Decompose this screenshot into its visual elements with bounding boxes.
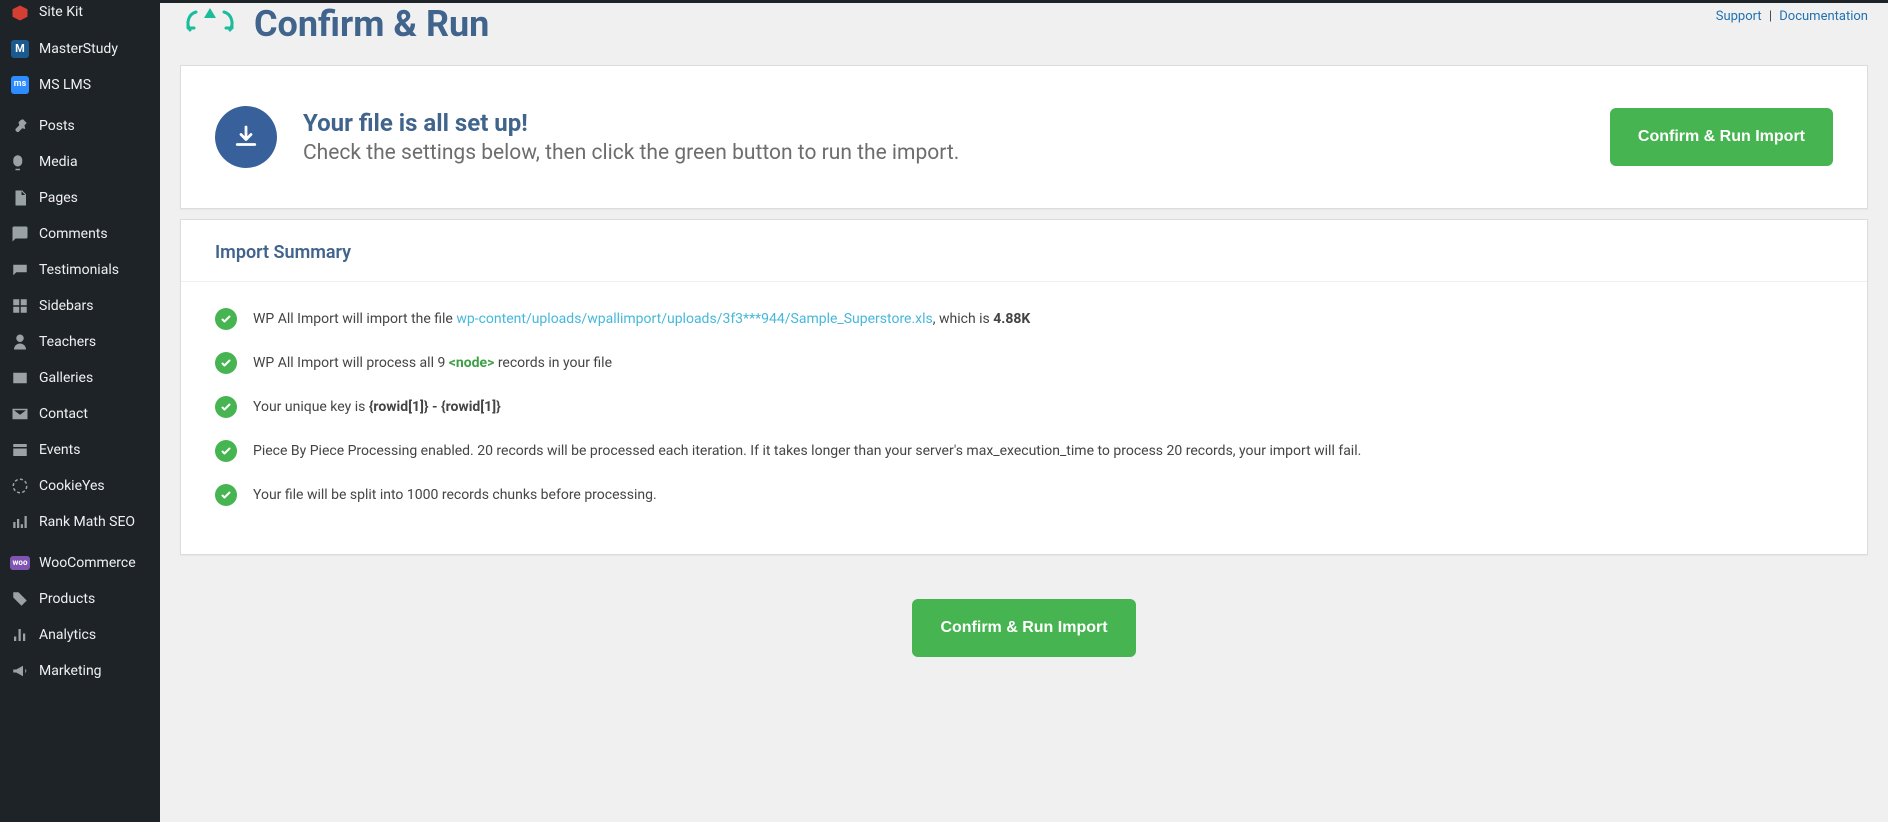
marketing-icon — [10, 661, 30, 681]
summary-text: WP All Import will process all 9 — [253, 355, 449, 371]
sidebar-item-pages[interactable]: Pages — [0, 180, 160, 216]
sidebar-item-label: CookieYes — [39, 477, 150, 495]
pin-icon — [10, 116, 30, 136]
sidebar-item-sidebars[interactable]: Sidebars — [0, 288, 160, 324]
sidebar-item-galleries[interactable]: Galleries — [0, 360, 160, 396]
summary-text: Your file will be split into 1000 record… — [253, 484, 657, 506]
admin-sidebar: Site Kit M MasterStudy ms MS LMS Posts M… — [0, 3, 160, 822]
sidebar-item-contact[interactable]: Contact — [0, 396, 160, 432]
separator: | — [1769, 9, 1772, 24]
comments-icon — [10, 224, 30, 244]
summary-title: Import Summary — [215, 242, 1833, 263]
products-icon — [10, 589, 30, 609]
sidebar-item-label: Events — [39, 441, 150, 459]
events-icon — [10, 440, 30, 460]
summary-text: , which is — [933, 311, 993, 327]
sidebar-item-label: Testimonials — [39, 261, 150, 279]
sidebar-item-label: Posts — [39, 117, 150, 135]
sidebar-item-label: Teachers — [39, 333, 150, 351]
testimonials-icon — [10, 260, 30, 280]
summary-text: Your unique key is — [253, 399, 369, 415]
confirm-run-button-bottom[interactable]: Confirm & Run Import — [912, 599, 1135, 657]
woocommerce-icon: woo — [10, 553, 30, 573]
confirm-run-button-top[interactable]: Confirm & Run Import — [1610, 108, 1833, 166]
check-icon — [215, 396, 237, 418]
check-icon — [215, 352, 237, 374]
sidebar-item-products[interactable]: Products — [0, 581, 160, 617]
summary-row-records: WP All Import will process all 9 <node> … — [215, 352, 1833, 374]
sidebar-item-label: Media — [39, 153, 150, 171]
support-link[interactable]: Support — [1716, 9, 1762, 24]
sidebar-item-label: MS LMS — [39, 76, 150, 94]
sidebar-item-label: Analytics — [39, 626, 150, 644]
sidebar-item-analytics[interactable]: Analytics — [0, 617, 160, 653]
sidebar-item-label: Marketing — [39, 662, 150, 680]
masterstudy-icon: M — [10, 39, 30, 59]
sidebar-item-label: Site Kit — [39, 3, 150, 21]
node-tag: <node> — [449, 355, 495, 371]
sidebar-item-label: WooCommerce — [39, 554, 150, 572]
sidebar-item-label: Comments — [39, 225, 150, 243]
sidebar-item-teachers[interactable]: Teachers — [0, 324, 160, 360]
sidebar-item-label: Pages — [39, 189, 150, 207]
rankmath-icon — [10, 512, 30, 532]
setup-panel: Your file is all set up! Check the setti… — [180, 65, 1868, 209]
sidebar-item-label: Sidebars — [39, 297, 150, 315]
summary-text: WP All Import will import the file — [253, 311, 456, 327]
sidebar-item-rankmath[interactable]: Rank Math SEO — [0, 504, 160, 540]
file-link[interactable]: wp-content/uploads/wpallimport/uploads/3… — [456, 311, 932, 327]
sidebar-item-label: Products — [39, 590, 150, 608]
check-icon — [215, 484, 237, 506]
documentation-link[interactable]: Documentation — [1779, 9, 1868, 24]
download-icon — [215, 106, 277, 168]
header-links: Support | Documentation — [1716, 3, 1868, 24]
sidebar-item-media[interactable]: Media — [0, 144, 160, 180]
sidebars-icon — [10, 296, 30, 316]
sitekit-icon — [10, 3, 30, 23]
page-title: Confirm & Run — [254, 3, 489, 45]
sidebar-item-label: Contact — [39, 405, 150, 423]
summary-row-uniquekey: Your unique key is {rowid[1]} - {rowid[1… — [215, 396, 1833, 418]
analytics-icon — [10, 625, 30, 645]
sidebar-item-sitekit[interactable]: Site Kit — [0, 3, 160, 31]
check-icon — [215, 308, 237, 330]
sidebar-item-testimonials[interactable]: Testimonials — [0, 252, 160, 288]
unique-key: {rowid[1]} - {rowid[1]} — [369, 399, 501, 415]
sidebar-item-events[interactable]: Events — [0, 432, 160, 468]
sidebar-item-mslms[interactable]: ms MS LMS — [0, 67, 160, 103]
summary-text: Piece By Piece Processing enabled. 20 re… — [253, 440, 1361, 462]
summary-row-piece: Piece By Piece Processing enabled. 20 re… — [215, 440, 1833, 462]
teachers-icon — [10, 332, 30, 352]
file-size: 4.88K — [993, 311, 1030, 327]
sidebar-item-comments[interactable]: Comments — [0, 216, 160, 252]
summary-panel: Import Summary WP All Import will import… — [180, 219, 1868, 555]
galleries-icon — [10, 368, 30, 388]
sidebar-item-cookieyes[interactable]: CookieYes — [0, 468, 160, 504]
pages-icon — [10, 188, 30, 208]
check-icon — [215, 440, 237, 462]
mslms-icon: ms — [10, 75, 30, 95]
media-icon — [10, 152, 30, 172]
sidebar-item-label: Rank Math SEO — [39, 513, 150, 531]
sidebar-item-posts[interactable]: Posts — [0, 108, 160, 144]
summary-row-file: WP All Import will import the file wp-co… — [215, 308, 1833, 330]
summary-text: records in your file — [494, 355, 612, 371]
contact-icon — [10, 404, 30, 424]
main-content: Confirm & Run Support | Documentation Yo… — [160, 3, 1888, 822]
setup-heading: Your file is all set up! — [303, 109, 959, 137]
import-logo-icon — [180, 6, 240, 42]
sidebar-item-woocommerce[interactable]: woo WooCommerce — [0, 545, 160, 581]
page-header: Confirm & Run Support | Documentation — [180, 3, 1868, 55]
sidebar-item-marketing[interactable]: Marketing — [0, 653, 160, 689]
summary-row-split: Your file will be split into 1000 record… — [215, 484, 1833, 506]
sidebar-item-masterstudy[interactable]: M MasterStudy — [0, 31, 160, 67]
sidebar-item-label: MasterStudy — [39, 40, 150, 58]
cookieyes-icon — [10, 476, 30, 496]
sidebar-item-label: Galleries — [39, 369, 150, 387]
setup-sub: Check the settings below, then click the… — [303, 141, 959, 165]
